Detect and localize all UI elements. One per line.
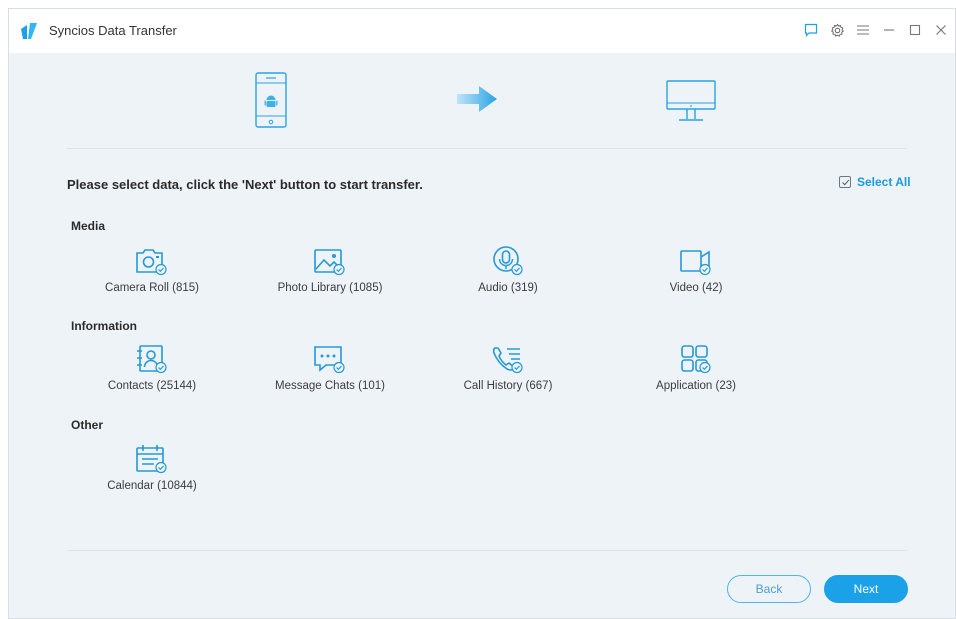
syncios-logo-icon — [21, 23, 37, 39]
footer-divider — [67, 550, 907, 551]
header-divider — [67, 148, 907, 149]
application-icon — [681, 345, 711, 374]
calendar-icon — [136, 445, 167, 474]
instruction-text: Please select data, click the 'Next' but… — [67, 177, 423, 192]
app-title: Syncios Data Transfer — [49, 23, 177, 38]
checkbox-icon — [839, 176, 851, 188]
data-item-photo-library[interactable]: Photo Library (1085) — [255, 245, 405, 305]
close-icon[interactable] — [933, 19, 949, 41]
transfer-direction-header — [9, 53, 955, 149]
data-item-label: Contacts (25144) — [107, 380, 197, 392]
camera-icon — [136, 249, 167, 276]
video-icon — [680, 250, 711, 276]
menu-icon[interactable] — [855, 19, 871, 41]
data-item-video[interactable]: Video (42) — [621, 245, 771, 305]
data-item-camera-roll[interactable]: Camera Roll (815) — [77, 245, 227, 305]
message-icon — [314, 346, 345, 374]
data-item-label: Message Chats (101) — [275, 380, 385, 392]
data-item-label: Application (23) — [656, 380, 736, 392]
section-title-media: Media — [71, 219, 106, 233]
data-item-label: Call History (667) — [463, 380, 553, 392]
android-phone-icon — [255, 72, 287, 128]
data-item-application[interactable]: Application (23) — [621, 343, 771, 403]
select-all-label: Select All — [857, 175, 911, 189]
data-item-call-history[interactable]: Call History (667) — [433, 343, 583, 403]
audio-icon — [493, 246, 523, 276]
call-history-icon — [492, 347, 523, 374]
data-item-label: Video (42) — [669, 282, 723, 294]
data-item-label: Photo Library (1085) — [277, 282, 383, 294]
data-item-label: Audio (319) — [478, 282, 538, 294]
data-item-message-chats[interactable]: Message Chats (101) — [255, 343, 405, 403]
minimize-icon[interactable] — [881, 19, 897, 41]
arrow-right-icon — [457, 86, 497, 112]
data-item-audio[interactable]: Audio (319) — [433, 245, 583, 305]
back-button[interactable]: Back — [727, 575, 811, 603]
computer-monitor-icon — [666, 80, 716, 121]
section-title-information: Information — [71, 319, 137, 333]
data-item-contacts[interactable]: Contacts (25144) — [77, 343, 227, 403]
select-all-checkbox[interactable]: Select All — [839, 175, 911, 189]
next-button[interactable]: Next — [824, 575, 908, 603]
data-item-calendar[interactable]: Calendar (10844) — [77, 443, 227, 503]
data-item-label: Camera Roll (815) — [105, 282, 199, 294]
data-item-label: Calendar (10844) — [107, 480, 197, 492]
window-controls — [803, 19, 949, 41]
title-bar: Syncios Data Transfer — [9, 9, 955, 53]
section-title-other: Other — [71, 418, 104, 432]
settings-icon[interactable] — [829, 19, 845, 41]
feedback-icon[interactable] — [803, 19, 819, 41]
app-window: Syncios Data Transfer Please select data… — [8, 8, 956, 619]
photo-icon — [314, 249, 345, 276]
contacts-icon — [137, 345, 167, 374]
maximize-icon[interactable] — [907, 19, 923, 41]
